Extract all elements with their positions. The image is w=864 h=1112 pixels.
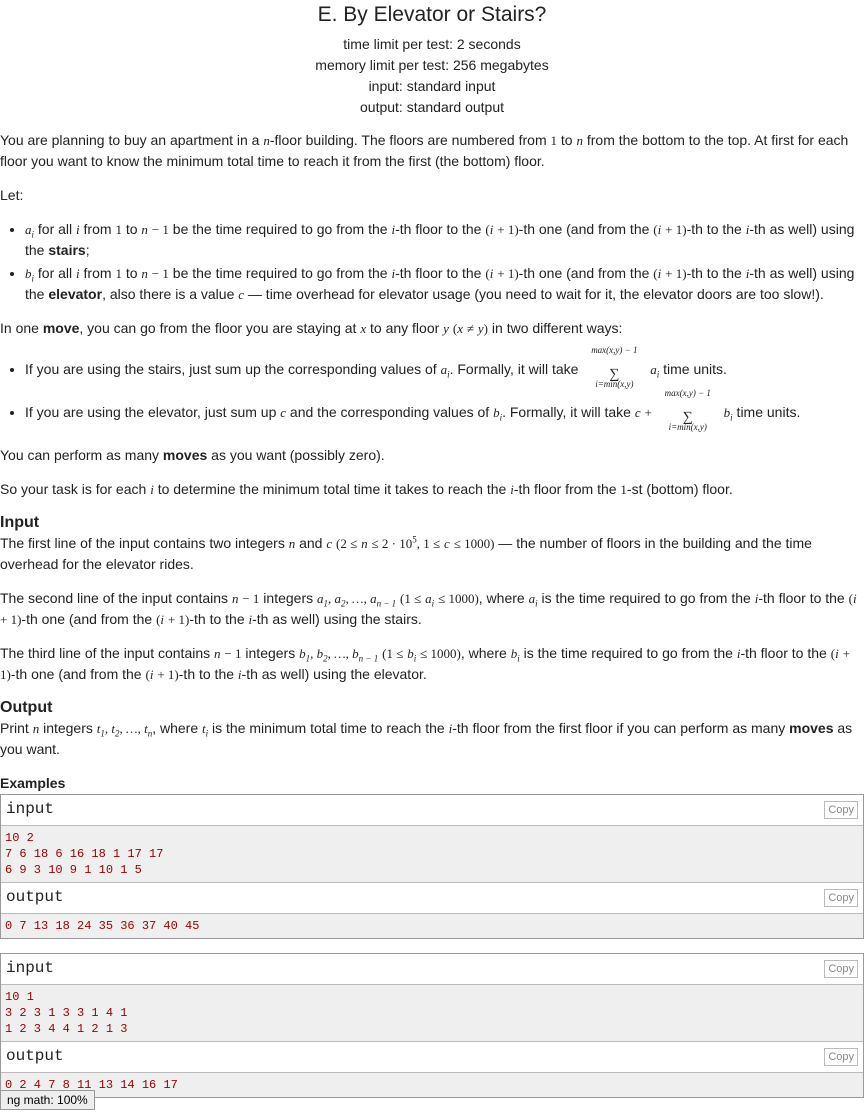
moves-list: If you are using the stairs, just sum up…	[0, 345, 864, 433]
example-output-header: output Copy	[1, 1041, 863, 1073]
example-output-text: 0 2 4 7 8 11 13 14 16 17	[5, 1078, 178, 1092]
example-output-label: output	[6, 1047, 64, 1065]
statement-paragraph: You are planning to buy an apartment in …	[0, 132, 849, 169]
output-spec: output: standard output	[360, 99, 504, 115]
copy-button[interactable]: Copy	[824, 889, 858, 907]
example-output-header: output Copy	[1, 882, 863, 914]
input-paragraph: The first line of the input contains two…	[0, 534, 812, 572]
example-1: input Copy 10 2 7 6 18 6 16 18 1 17 17 6…	[0, 794, 864, 939]
memory-limit: memory limit per test: 256 megabytes	[315, 57, 549, 73]
definitions-list: ai for all i from 1 to n − 1 be the time…	[0, 219, 864, 305]
problem-title: E. By Elevator or Stairs?	[317, 3, 547, 26]
copy-button[interactable]: Copy	[824, 801, 858, 819]
list-item: If you are using the stairs, just sum up…	[25, 345, 864, 390]
copy-button[interactable]: Copy	[824, 960, 858, 978]
mathjax-status-indicator: ng math: 100%	[0, 1090, 95, 1110]
statement-paragraph: Let:	[0, 187, 24, 203]
example-input-text: 10 2 7 6 18 6 16 18 1 17 17 6 9 3 10 9 1…	[5, 831, 164, 877]
input-section-title: Input	[0, 514, 40, 531]
example-output-label: output	[6, 888, 64, 906]
example-input-box: input Copy 10 1 3 2 3 1 3 3 1 4 1 1 2 3 …	[0, 953, 864, 1098]
statement-paragraph: In one move, you can go from the floor y…	[0, 320, 623, 336]
examples-title: Examples	[0, 775, 66, 791]
example-input-header: input Copy	[1, 795, 863, 826]
list-item: bi for all i from 1 to n − 1 be the time…	[25, 263, 864, 305]
copy-button[interactable]: Copy	[824, 1048, 858, 1066]
input-paragraph: The third line of the input contains n −…	[0, 645, 850, 682]
output-section-title: Output	[0, 699, 53, 716]
problem-header: E. By Elevator or Stairs? time limit per…	[0, 0, 864, 118]
statement-paragraph: So your task is for each i to determine …	[0, 481, 733, 497]
list-item: ai for all i from 1 to n − 1 be the time…	[25, 219, 864, 261]
example-output-text: 0 7 13 18 24 35 36 37 40 45	[5, 919, 200, 933]
statement-paragraph: You can perform as many moves as you wan…	[0, 447, 385, 463]
input-paragraph: The second line of the input contains n …	[0, 590, 857, 627]
output-paragraph: Print n integers t1, t2, …, tn, where ti…	[0, 720, 853, 757]
example-input-text: 10 1 3 2 3 1 3 3 1 4 1 1 2 3 4 4 1 2 1 3	[5, 990, 128, 1036]
sum-formula: max(x,y) − 1 ∑ i=min(x,y)	[664, 388, 711, 433]
input-spec: input: standard input	[368, 78, 496, 94]
example-2: input Copy 10 1 3 2 3 1 3 3 1 4 1 1 2 3 …	[0, 953, 864, 1098]
sum-formula: max(x,y) − 1 ∑ i=min(x,y)	[591, 345, 638, 390]
time-limit: time limit per test: 2 seconds	[343, 36, 521, 52]
example-input-label: input	[6, 800, 55, 818]
problem-statement: You are planning to buy an apartment in …	[0, 130, 864, 794]
example-input-label: input	[6, 959, 55, 977]
example-input-header: input Copy	[1, 954, 863, 985]
example-input-box: input Copy 10 2 7 6 18 6 16 18 1 17 17 6…	[0, 794, 864, 939]
list-item: If you are using the elevator, just sum …	[25, 388, 864, 433]
